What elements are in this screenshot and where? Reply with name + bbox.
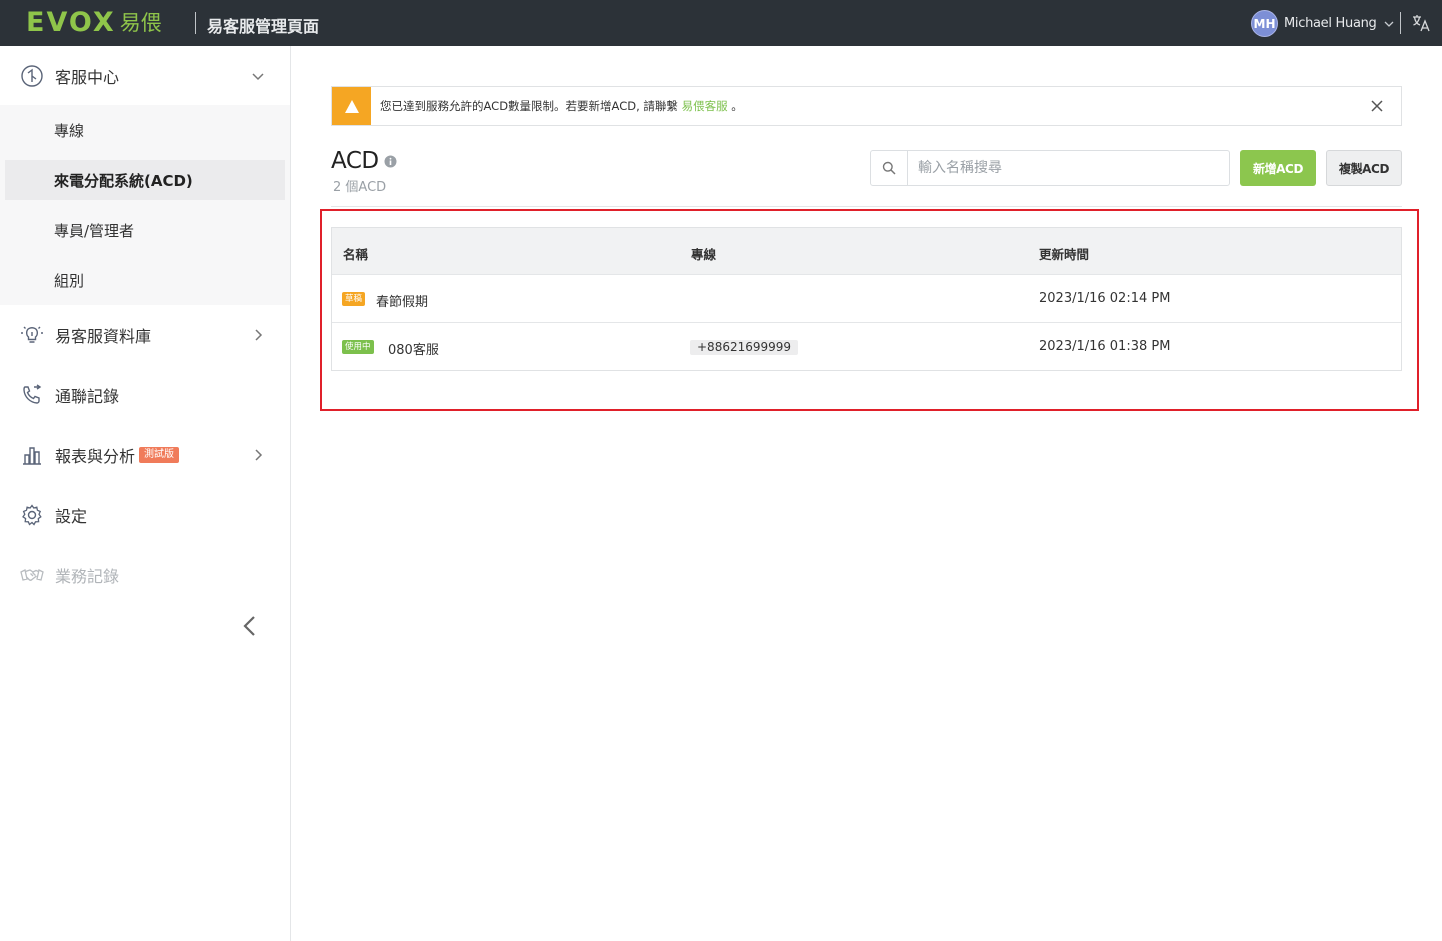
search-box (870, 150, 1230, 186)
sidebar-item-label: 客服中心 (55, 68, 120, 87)
gear-icon (20, 503, 44, 527)
support-link[interactable]: 易偎客服 (682, 99, 728, 113)
column-header-line[interactable]: 專線 (691, 244, 716, 263)
status-badge-active: 使用中 (342, 340, 374, 354)
acd-name[interactable]: 春節假期 (376, 291, 428, 310)
copy-acd-button[interactable]: 複製ACD (1326, 150, 1402, 186)
service-center-icon (20, 64, 44, 88)
table-header: 名稱 專線 更新時間 (332, 228, 1401, 274)
column-header-updated[interactable]: 更新時間 (1039, 244, 1089, 263)
page-title: ACD (331, 148, 379, 174)
sidebar-item-label: 報表與分析 (55, 447, 136, 466)
info-icon[interactable] (384, 155, 397, 168)
chart-icon (20, 443, 44, 467)
add-acd-button[interactable]: 新增ACD (1240, 150, 1316, 186)
acd-count: 2 個ACD (333, 180, 387, 195)
sidebar-subitem-acd[interactable]: 來電分配系統(ACD) (5, 160, 285, 200)
alert-text: 您已達到服務允許的ACD數量限制。若要新增ACD, 請聯繫 (380, 99, 678, 113)
sidebar-item-label: 設定 (55, 507, 88, 526)
user-name: Michael Huang (1284, 16, 1377, 31)
logo[interactable]: EVOX 易偎 (26, 7, 162, 38)
logo-text: EVOX (26, 7, 116, 38)
top-bar: EVOX 易偎 易客服管理頁面 MH Michael Huang (0, 0, 1442, 46)
chevron-down-icon (1384, 21, 1393, 27)
alert-message: 您已達到服務允許的ACD數量限制。若要新增ACD, 請聯繫 易偎客服 。 (380, 98, 743, 114)
chevron-down-icon (252, 73, 264, 81)
updated-time: 2023/1/16 01:38 PM (1039, 339, 1171, 354)
sidebar-subitem-lines[interactable]: 專線 (5, 110, 285, 150)
handshake-icon (20, 563, 44, 587)
updated-time: 2023/1/16 02:14 PM (1039, 291, 1171, 306)
sidebar-item-label: 易客服資料庫 (55, 327, 152, 346)
bulb-icon (20, 323, 44, 347)
translate-icon[interactable] (1411, 13, 1431, 33)
sidebar-subitem-label: 專線 (54, 121, 85, 140)
divider (1400, 12, 1401, 34)
line-number-chip: +88621699999 (690, 340, 799, 355)
sidebar-subitem-agents[interactable]: 專員/管理者 (5, 210, 285, 250)
close-icon[interactable] (1370, 99, 1384, 113)
sidebar: 客服中心 專線 來電分配系統(ACD) 專員/管理者 組別 易客服資料庫 通聯記… (0, 46, 291, 941)
beta-badge: 測試版 (139, 447, 179, 463)
sidebar-subitem-label: 來電分配系統(ACD) (54, 171, 193, 190)
sidebar-item-call-logs[interactable]: 通聯記錄 (0, 365, 290, 425)
chevron-right-icon (255, 449, 263, 461)
sidebar-item-label: 通聯記錄 (55, 387, 120, 406)
collapse-sidebar-icon[interactable] (240, 614, 260, 638)
search-input[interactable] (909, 151, 1227, 185)
sidebar-item-knowledge-base[interactable]: 易客服資料庫 (0, 305, 290, 365)
search-icon[interactable] (871, 151, 908, 185)
table-row[interactable]: 使用中 080客服 +88621699999 2023/1/16 01:38 P… (332, 322, 1401, 370)
user-menu[interactable]: MH Michael Huang (1251, 10, 1395, 37)
sidebar-item-settings[interactable]: 設定 (0, 485, 290, 545)
service-center-submenu: 專線 來電分配系統(ACD) 專員/管理者 組別 (0, 105, 290, 305)
limit-alert: 您已達到服務允許的ACD數量限制。若要新增ACD, 請聯繫 易偎客服 。 (331, 86, 1402, 126)
warning-icon (332, 87, 371, 125)
chevron-right-icon (255, 329, 263, 341)
divider (331, 206, 1402, 207)
phone-log-icon (20, 383, 44, 407)
logo-cn-text: 易偎 (119, 11, 162, 35)
acd-name[interactable]: 080客服 (388, 339, 439, 358)
acd-table: 名稱 專線 更新時間 草稿 春節假期 2023/1/16 02:14 PM 使用… (331, 227, 1402, 371)
avatar: MH (1251, 10, 1278, 37)
status-badge-draft: 草稿 (342, 292, 366, 306)
sidebar-item-service-center[interactable]: 客服中心 (0, 46, 290, 106)
alert-suffix: 。 (731, 99, 743, 113)
sidebar-subitem-label: 組別 (54, 271, 85, 290)
sidebar-subitem-groups[interactable]: 組別 (5, 260, 285, 300)
sidebar-subitem-label: 專員/管理者 (54, 221, 135, 240)
column-header-name[interactable]: 名稱 (343, 244, 368, 263)
sidebar-item-label: 業務記錄 (55, 567, 120, 586)
app-title: 易客服管理頁面 (207, 17, 320, 36)
sidebar-item-business-records[interactable]: 業務記錄 (0, 545, 290, 605)
sidebar-item-reports[interactable]: 報表與分析 測試版 (0, 425, 290, 485)
divider (195, 12, 196, 34)
table-row[interactable]: 草稿 春節假期 2023/1/16 02:14 PM (332, 274, 1401, 322)
